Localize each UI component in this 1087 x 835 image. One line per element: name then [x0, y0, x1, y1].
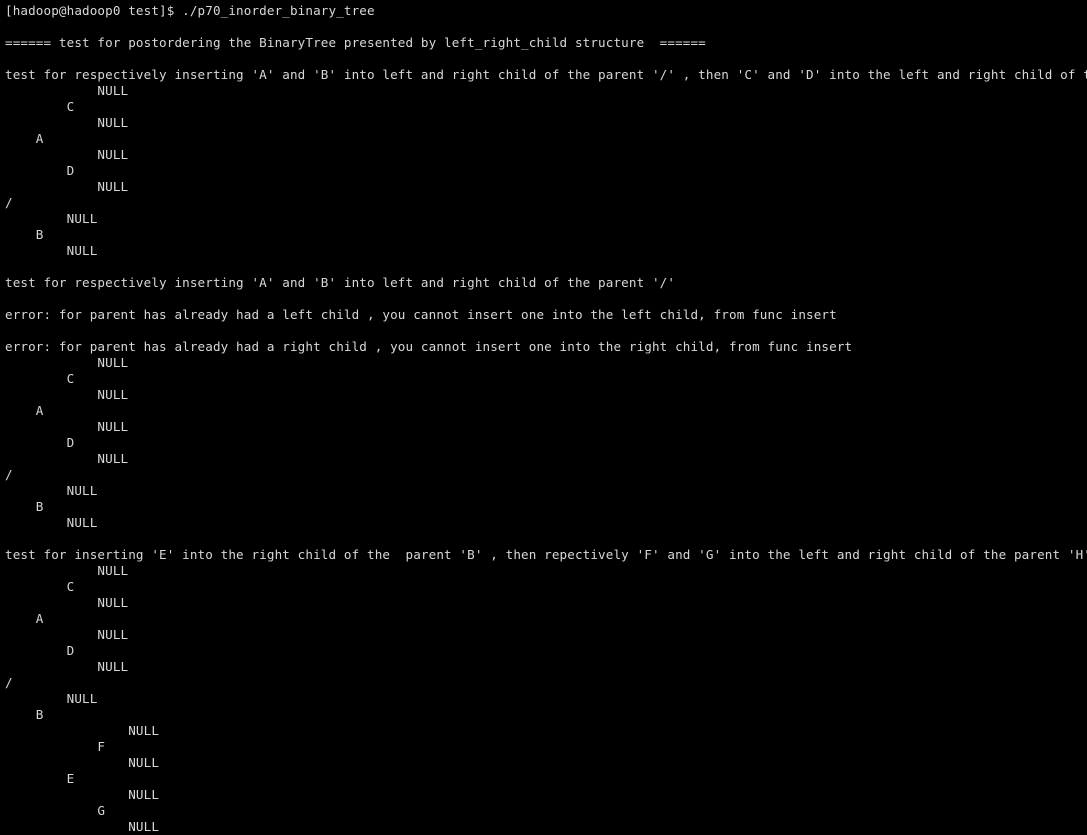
- terminal-line: C: [5, 99, 75, 114]
- terminal-line: NULL: [5, 355, 129, 370]
- terminal-line: G: [5, 803, 106, 818]
- terminal-line: A: [5, 611, 44, 626]
- terminal-line: NULL: [5, 787, 160, 802]
- terminal-line: NULL: [5, 819, 160, 834]
- terminal-line: test for inserting 'E' into the right ch…: [5, 547, 1087, 562]
- terminal-line: NULL: [5, 179, 129, 194]
- terminal-line: NULL: [5, 659, 129, 674]
- terminal-line: A: [5, 403, 44, 418]
- terminal-line: C: [5, 371, 75, 386]
- terminal-line: NULL: [5, 211, 98, 226]
- terminal-line: NULL: [5, 563, 129, 578]
- terminal-line: NULL: [5, 595, 129, 610]
- terminal-line: /: [5, 675, 13, 690]
- terminal-line: test for respectively inserting 'A' and …: [5, 67, 1087, 82]
- terminal-line: E: [5, 771, 75, 786]
- terminal-line: NULL: [5, 483, 98, 498]
- terminal-line: NULL: [5, 451, 129, 466]
- terminal-line: /: [5, 195, 13, 210]
- terminal-line: test for respectively inserting 'A' and …: [5, 275, 676, 290]
- terminal-line: NULL: [5, 83, 129, 98]
- terminal-line: NULL: [5, 115, 129, 130]
- terminal-window[interactable]: [hadoop@hadoop0 test]$ ./p70_inorder_bin…: [0, 0, 1087, 835]
- terminal-line: NULL: [5, 243, 98, 258]
- terminal-line: NULL: [5, 627, 129, 642]
- terminal-line: F: [5, 739, 106, 754]
- terminal-line: error: for parent has already had a righ…: [5, 339, 853, 354]
- terminal-line: NULL: [5, 755, 160, 770]
- terminal-line: B: [5, 227, 44, 242]
- terminal-line: [hadoop@hadoop0 test]$ ./p70_inorder_bin…: [5, 3, 375, 18]
- terminal-line: NULL: [5, 515, 98, 530]
- terminal-line: NULL: [5, 419, 129, 434]
- terminal-line: ====== test for postordering the BinaryT…: [5, 35, 706, 50]
- terminal-line: D: [5, 643, 75, 658]
- terminal-line: NULL: [5, 691, 98, 706]
- terminal-output-screen: [hadoop@hadoop0 test]$ ./p70_inorder_bin…: [0, 3, 1087, 835]
- terminal-line: B: [5, 499, 44, 514]
- terminal-cursor-row: [0, 828, 133, 835]
- terminal-line: NULL: [5, 147, 129, 162]
- terminal-line: NULL: [5, 723, 160, 738]
- terminal-line: error: for parent has already had a left…: [5, 307, 837, 322]
- terminal-line: B: [5, 707, 44, 722]
- terminal-line: A: [5, 131, 44, 146]
- terminal-line: D: [5, 435, 75, 450]
- terminal-line: /: [5, 467, 13, 482]
- terminal-line: NULL: [5, 387, 129, 402]
- terminal-line: C: [5, 579, 75, 594]
- terminal-line: D: [5, 163, 75, 178]
